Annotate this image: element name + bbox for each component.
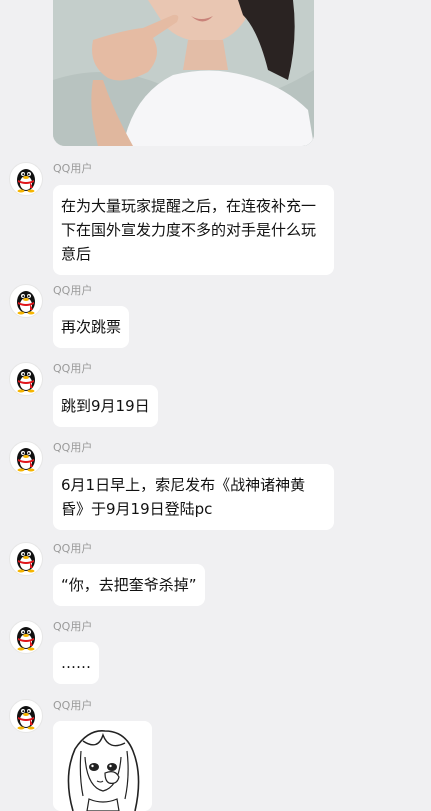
qq-penguin-icon[interactable] xyxy=(9,362,43,396)
message-bubble[interactable]: 跳到9月19日 xyxy=(53,385,158,427)
qq-penguin-icon[interactable] xyxy=(9,162,43,196)
anime-girl-sticker[interactable] xyxy=(53,721,152,811)
sender-name: QQ用户 xyxy=(53,162,93,175)
message-bubble[interactable]: 再次跳票 xyxy=(53,306,130,348)
message-bubble[interactable]: 在为大量玩家提醒之后，在连夜补充一下在国外宣发力度不多的对手是什么玩意后 xyxy=(53,185,334,275)
photo-content xyxy=(53,0,314,146)
sender-name: QQ用户 xyxy=(53,620,93,633)
qq-penguin-icon[interactable] xyxy=(9,542,43,576)
sender-name: QQ用户 xyxy=(53,362,93,375)
sender-name: QQ用户 xyxy=(53,699,93,712)
qq-penguin-icon[interactable] xyxy=(9,284,43,318)
message-bubble[interactable]: “你，去把奎爷杀掉” xyxy=(53,564,205,606)
qq-penguin-icon[interactable] xyxy=(9,620,43,654)
message-bubble[interactable]: …… xyxy=(53,642,99,684)
sender-name: QQ用户 xyxy=(53,542,93,555)
message-bubble[interactable]: 6月1日早上，索尼发布《战神诸神黄昏》于9月19日登陆pc xyxy=(53,464,334,530)
sender-name: QQ用户 xyxy=(53,441,93,454)
image-message[interactable] xyxy=(53,0,314,146)
qq-penguin-icon[interactable] xyxy=(9,441,43,475)
sender-name: QQ用户 xyxy=(53,284,93,297)
qq-penguin-icon[interactable] xyxy=(9,699,43,733)
